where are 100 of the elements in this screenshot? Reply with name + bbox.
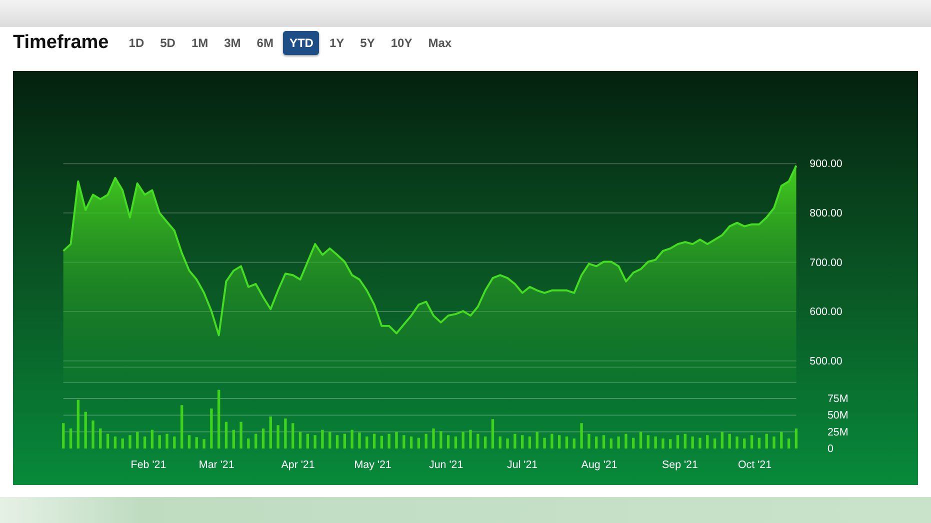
volume-bar [565,436,568,449]
volume-bar [765,434,768,449]
month-label: May '21 [354,459,392,472]
month-label: Sep '21 [662,459,698,472]
volume-bar [550,434,554,449]
timeframe-tab[interactable]: 1Y [323,30,350,54]
timeframe-tab[interactable]: 1D [122,30,150,54]
volume-axis-label: 75M [827,393,848,406]
volume-bar [92,420,94,449]
volume-bar [136,432,139,449]
volume-bar [536,432,538,449]
volume-bar [758,438,761,449]
volume-bar [269,416,272,449]
volume-bar [69,428,72,449]
volume-bar [114,436,117,449]
volume-bar [787,438,790,449]
volume-bar [336,435,339,449]
month-label: Jun '21 [428,459,464,472]
volume-bar [520,435,524,449]
volume-bar [202,439,206,449]
volume-bar [158,435,161,449]
volume-bar [662,438,664,449]
timeframe-tab[interactable]: 3M [218,30,247,54]
volume-bar [558,435,561,449]
volume-bar [595,436,598,449]
timeframe-tab[interactable]: 5D [154,30,182,54]
volume-bar [684,434,687,449]
timeframe-title: Timeframe [13,32,109,54]
volume-bar [366,436,368,449]
volume-bar [402,435,406,449]
timeframe-tab[interactable]: Max [422,30,458,54]
volume-bar [476,434,480,449]
volume-bar [84,412,87,449]
volume-bar [691,436,694,449]
volume-bar [166,434,168,449]
volume-bar [706,435,709,449]
volume-bar [743,438,746,449]
volume-bar [446,435,450,449]
month-label: Aug '21 [581,459,618,472]
timeframe-tab[interactable]: 5Y [354,30,381,54]
volume-bar [343,434,346,449]
volume-bar [276,425,280,449]
timeframe-tab[interactable]: 10Y [384,30,418,54]
volume-bar [794,428,798,449]
volume-bar [572,438,576,449]
volume-bar [350,430,354,449]
volume-bar [314,435,316,449]
month-label: Mar '21 [198,459,234,472]
volume-bar [328,432,332,449]
volume-bar [588,434,590,449]
volume-bar [617,436,620,449]
volume-bar [602,435,606,449]
volume-bar [498,436,502,449]
volume-bar [292,423,294,449]
volume-bar [713,438,716,449]
volume-bar [254,434,258,449]
volume-bar [736,436,738,449]
month-label: Oct '21 [738,459,772,472]
volume-bar [218,390,220,449]
volume-bar [232,430,235,449]
volume-bar [528,436,532,449]
volume-bar [247,438,250,449]
volume-bar [388,434,390,449]
volume-bar [410,436,413,449]
volume-axis-label: 0 [827,443,834,456]
month-label: Jul '21 [507,459,538,472]
volume-bar [180,405,184,449]
volume-bar [654,436,657,449]
month-label: Feb '21 [130,459,166,472]
volume-bar [372,434,376,449]
price-axis-label: 600.00 [810,306,842,318]
volume-bar [506,438,509,449]
month-label: Apr '21 [281,459,315,472]
volume-bar [128,435,132,449]
volume-bar [284,418,287,449]
volume-bar [99,428,102,449]
volume-bar [262,428,265,449]
volume-bar [469,430,472,449]
volume-bar [195,437,198,449]
volume-bar [106,434,110,449]
volume-bar [380,436,384,449]
timeframe-tab[interactable]: 1M [185,30,214,54]
timeframe-tab[interactable]: 6M [250,30,280,54]
volume-bar [669,439,672,449]
volume-bar [143,436,146,449]
volume-bar [750,435,754,449]
volume-bar [772,436,776,449]
price-axis-label: 700.00 [810,256,842,268]
volume-bar [610,438,612,449]
timeframe-tab[interactable]: YTD [283,30,320,54]
volume-axis-label: 50M [827,410,848,422]
price-axis-label: 500.00 [810,355,842,367]
volume-bar [484,436,487,449]
volume-bar [188,435,191,449]
volume-bar [298,432,302,449]
price-axis-label: 900.00 [810,158,842,170]
volume-bar [728,434,731,449]
volume-bar [580,423,583,449]
volume-bar [454,436,458,449]
volume-bar [491,419,494,449]
